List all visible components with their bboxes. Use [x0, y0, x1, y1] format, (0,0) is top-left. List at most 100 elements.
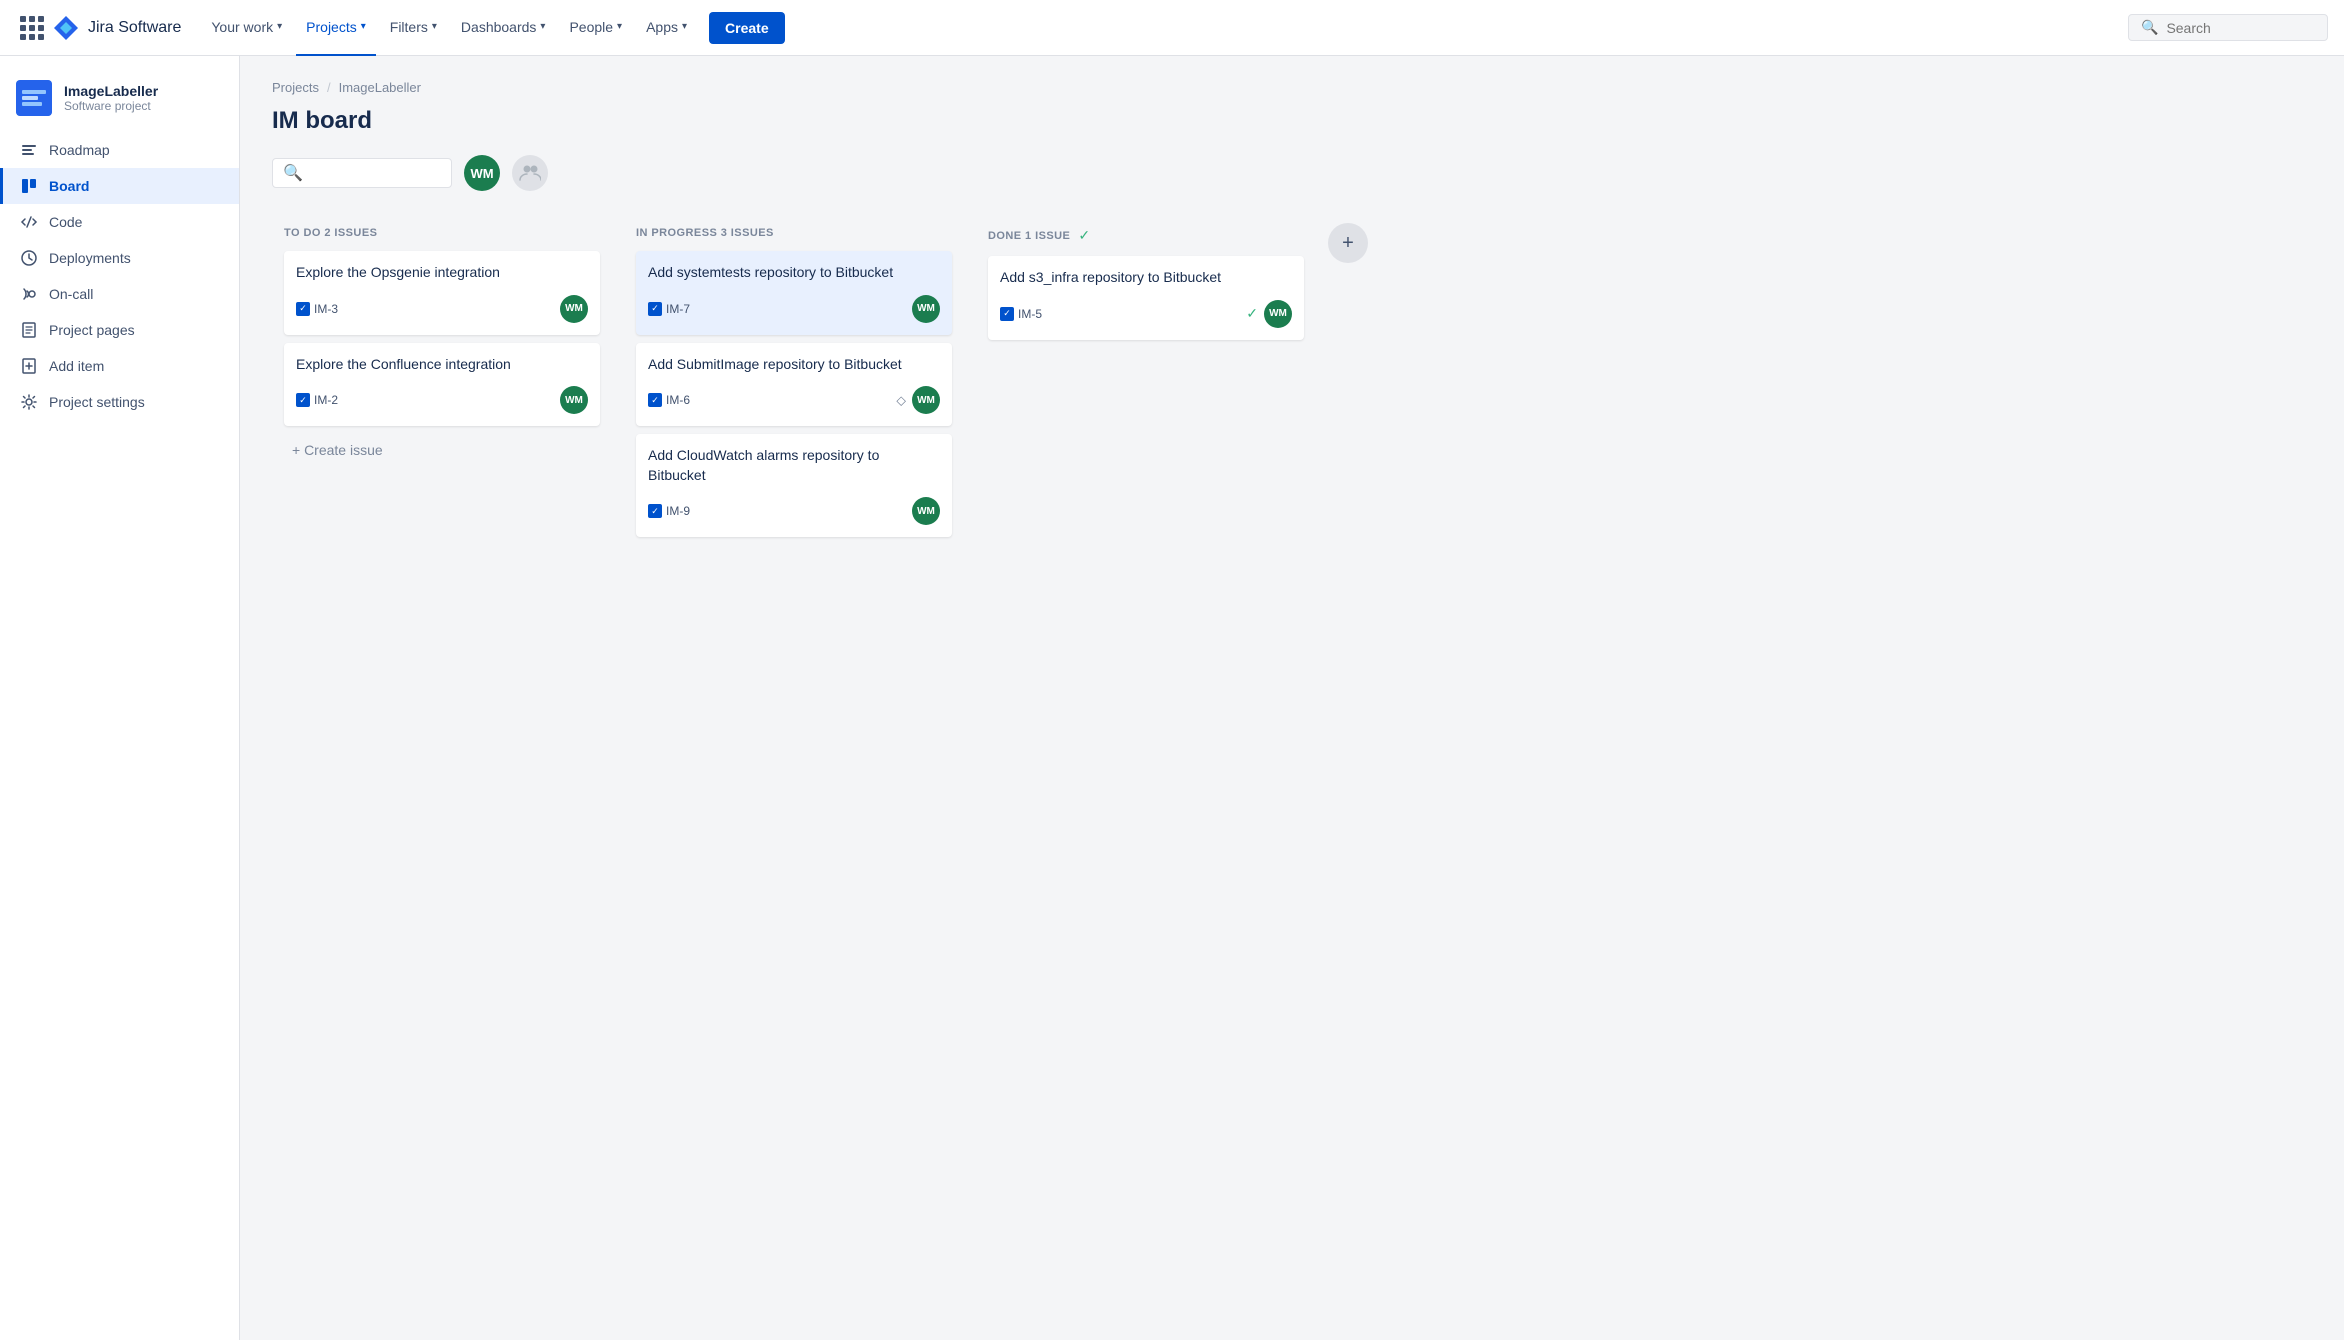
card-assignee-avatar[interactable]: WM: [912, 497, 940, 525]
card-title: Explore the Confluence integration: [296, 355, 588, 375]
breadcrumb-imagelabeller[interactable]: ImageLabeller: [339, 80, 421, 95]
column-todo: TO DO 2 ISSUES Explore the Opsgenie inte…: [272, 215, 612, 478]
board-card[interactable]: Add CloudWatch alarms repository to Bitb…: [636, 434, 952, 537]
sidebar-item-label: Add item: [49, 358, 104, 374]
card-id-text: IM-3: [314, 302, 338, 316]
board-card[interactable]: Explore the Opsgenie integration ✓ IM-3 …: [284, 251, 600, 335]
sidebar-item-label: Code: [49, 214, 82, 230]
card-id-text: IM-2: [314, 393, 338, 407]
card-footer: ✓ IM-6 ⬦ WM: [648, 386, 940, 414]
code-icon: [19, 212, 39, 232]
checkbox-icon: ✓: [296, 302, 310, 316]
card-id[interactable]: ✓ IM-2: [296, 393, 338, 407]
card-footer: ✓ IM-3 WM: [296, 295, 588, 323]
card-id[interactable]: ✓ IM-6: [648, 393, 690, 407]
card-assignee-avatar[interactable]: WM: [560, 386, 588, 414]
board-card[interactable]: Add SubmitImage repository to Bitbucket …: [636, 343, 952, 427]
jira-logo[interactable]: Jira Software: [52, 14, 181, 42]
nav-your-work[interactable]: Your work ▾: [201, 0, 292, 56]
nav-people[interactable]: People ▾: [559, 0, 632, 56]
card-id-text: IM-7: [666, 302, 690, 316]
nav-dashboards[interactable]: Dashboards ▾: [451, 0, 556, 56]
column-title: DONE 1 ISSUE: [988, 230, 1070, 242]
create-issue-button[interactable]: + Create issue: [284, 434, 600, 466]
apps-grid-icon[interactable]: [16, 12, 48, 44]
search-icon: 🔍: [2141, 19, 2158, 36]
column-inprogress: IN PROGRESS 3 ISSUES Add systemtests rep…: [624, 215, 964, 557]
project-header: ImageLabeller Software project: [0, 72, 239, 132]
board-card[interactable]: Explore the Confluence integration ✓ IM-…: [284, 343, 600, 427]
deploy-icon: ⬦: [896, 392, 906, 409]
search-input[interactable]: [2166, 20, 2315, 36]
card-footer: ✓ IM-5 ✓ WM: [1000, 300, 1292, 328]
nav-apps[interactable]: Apps ▾: [636, 0, 697, 56]
chevron-down-icon: ▾: [540, 21, 545, 32]
search-box[interactable]: 🔍: [2128, 14, 2328, 41]
card-title: Explore the Opsgenie integration: [296, 263, 588, 283]
card-actions: ✓ WM: [1246, 300, 1292, 328]
page-title: IM board: [272, 107, 2312, 135]
board-icon: [19, 176, 39, 196]
column-title: IN PROGRESS 3 ISSUES: [636, 227, 774, 239]
column-header: TO DO 2 ISSUES: [284, 227, 600, 239]
card-assignee-avatar[interactable]: WM: [912, 386, 940, 414]
card-footer: ✓ IM-9 WM: [648, 497, 940, 525]
user-avatar-wm[interactable]: WM: [464, 155, 500, 191]
chevron-down-icon: ▾: [432, 21, 437, 32]
done-icon: ✓: [1246, 305, 1258, 322]
add-column-button[interactable]: +: [1328, 223, 1368, 263]
card-id-text: IM-6: [666, 393, 690, 407]
board: TO DO 2 ISSUES Explore the Opsgenie inte…: [272, 215, 2312, 557]
checkbox-icon: ✓: [648, 504, 662, 518]
sidebar-item-deployments[interactable]: Deployments: [0, 240, 239, 276]
create-button[interactable]: Create: [709, 12, 785, 44]
nav-filters[interactable]: Filters ▾: [380, 0, 447, 56]
top-navigation: Jira Software Your work ▾ Projects ▾ Fil…: [0, 0, 2344, 56]
card-assignee-avatar[interactable]: WM: [912, 295, 940, 323]
card-id[interactable]: ✓ IM-9: [648, 504, 690, 518]
checkbox-icon: ✓: [648, 393, 662, 407]
sidebar-item-add-item[interactable]: Add item: [0, 348, 239, 384]
card-title: Add s3_infra repository to Bitbucket: [1000, 268, 1292, 288]
card-id[interactable]: ✓ IM-5: [1000, 307, 1042, 321]
card-id-text: IM-5: [1018, 307, 1042, 321]
column-title: TO DO 2 ISSUES: [284, 227, 377, 239]
sidebar-item-label: Roadmap: [49, 142, 110, 158]
board-card[interactable]: Add s3_infra repository to Bitbucket ✓ I…: [988, 256, 1304, 340]
board-card[interactable]: Add systemtests repository to Bitbucket …: [636, 251, 952, 335]
main-content: Projects / ImageLabeller IM board 🔍 WM T…: [240, 56, 2344, 1340]
project-info: ImageLabeller Software project: [64, 83, 158, 113]
checkbox-icon: ✓: [296, 393, 310, 407]
breadcrumb-projects[interactable]: Projects: [272, 80, 319, 95]
sidebar-item-roadmap[interactable]: Roadmap: [0, 132, 239, 168]
sidebar-item-on-call[interactable]: On-call: [0, 276, 239, 312]
chevron-down-icon: ▾: [682, 21, 687, 32]
card-actions: WM: [912, 497, 940, 525]
card-actions: ⬦ WM: [896, 386, 940, 414]
card-actions: WM: [912, 295, 940, 323]
card-id[interactable]: ✓ IM-7: [648, 302, 690, 316]
deployments-icon: [19, 248, 39, 268]
chevron-down-icon: ▾: [617, 21, 622, 32]
sidebar-item-project-settings[interactable]: Project settings: [0, 384, 239, 420]
card-footer: ✓ IM-7 WM: [648, 295, 940, 323]
card-id-text: IM-9: [666, 504, 690, 518]
sidebar-item-label: Deployments: [49, 250, 131, 266]
board-search-input[interactable]: [309, 165, 441, 181]
avatar-group[interactable]: [512, 155, 548, 191]
logo-text: Jira Software: [88, 19, 181, 37]
sidebar-item-label: On-call: [49, 286, 93, 302]
sidebar-item-code[interactable]: Code: [0, 204, 239, 240]
board-search[interactable]: 🔍: [272, 158, 452, 188]
card-assignee-avatar[interactable]: WM: [560, 295, 588, 323]
roadmap-icon: [19, 140, 39, 160]
settings-icon: [19, 392, 39, 412]
sidebar-navigation: Roadmap Board: [0, 132, 239, 420]
card-assignee-avatar[interactable]: WM: [1264, 300, 1292, 328]
sidebar-item-project-pages[interactable]: Project pages: [0, 312, 239, 348]
sidebar-item-board[interactable]: Board: [0, 168, 239, 204]
nav-projects[interactable]: Projects ▾: [296, 0, 376, 56]
card-id[interactable]: ✓ IM-3: [296, 302, 338, 316]
sidebar-item-label: Project settings: [49, 394, 145, 410]
card-title: Add SubmitImage repository to Bitbucket: [648, 355, 940, 375]
